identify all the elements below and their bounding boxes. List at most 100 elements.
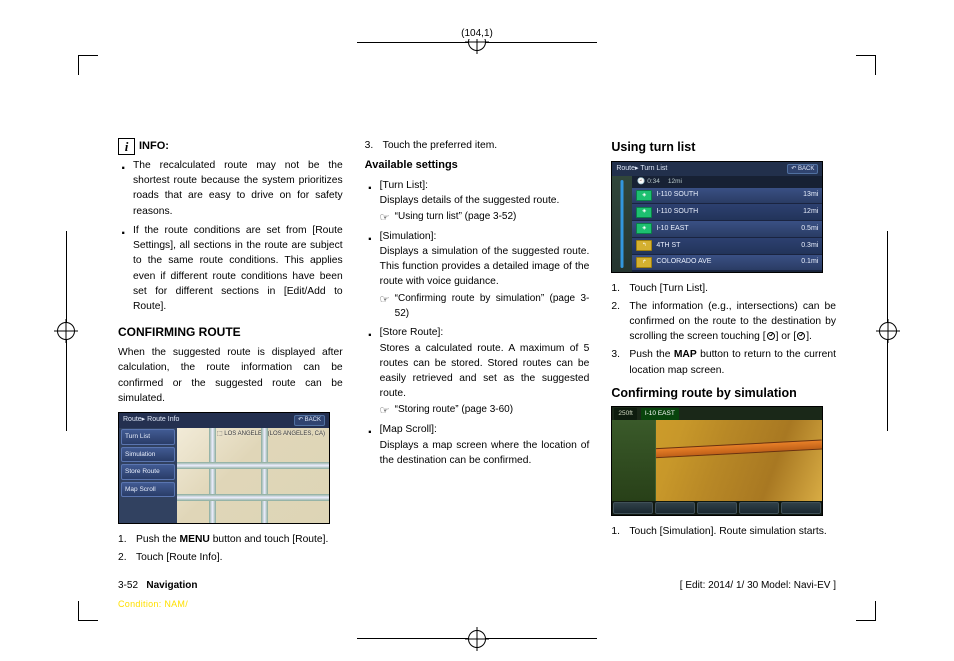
page-canvas: (104,1) i INFO: The recalculated route m… [0,0,954,661]
btn-simulation: Simulation [121,447,175,463]
map-road [177,494,329,501]
crop-mark [856,55,876,75]
confirming-route-body: When the suggested route is displayed af… [118,345,343,406]
map-road [177,462,329,469]
content-columns: i INFO: The recalculated route may not b… [118,138,836,576]
total-dist-label: 12mi [668,177,682,187]
setting-map-scroll: [Map Scroll]: Displays a map screen wher… [365,422,590,468]
step-item: 1.Push the MENU button and touch [Route]… [118,532,343,547]
back-button: ↶ BACK [294,415,325,426]
hand-icon: ☞ [380,292,390,308]
confirm-steps: 1.Push the MENU button and touch [Route]… [118,532,343,565]
step-item: 2.Touch [Route Info]. [118,550,343,565]
turn-row: ◈I-10 EAST0.5mi [632,221,822,238]
available-settings-list: [Turn List]: Displays details of the sug… [365,178,590,468]
map-road [261,428,268,523]
setting-simulation: [Simulation]: Displays a simulation of t… [365,229,590,322]
crop-mark [856,601,876,621]
screenshot-topbar: Route▸ Turn List ↶ BACK [612,162,822,176]
setting-desc: Stores a calculated route. A maximum of … [380,341,590,402]
setting-turn-list: [Turn List]: Displays details of the sug… [365,178,590,225]
setting-store-route: [Store Route]: Stores a calculated route… [365,325,590,418]
screenshot-topbar: Route▸ Route Info ↶ BACK [119,413,329,428]
sim-control-button [613,502,653,514]
hand-icon: ☞ [380,210,390,226]
crop-mark [78,55,98,75]
cross-ref: ☞“Using turn list” (page 3-52) [380,210,590,225]
sim-guidance-panel [612,420,656,501]
setting-desc: Displays details of the suggested route. [380,193,590,208]
sim-control-button [655,502,695,514]
btn-map-scroll: Map Scroll [121,482,175,498]
condition-label: Condition: NAM/ [118,599,188,609]
column-1: i INFO: The recalculated route may not b… [118,138,343,576]
screenshot-topbar: 250ft I-10 EAST [612,407,822,420]
info-bullet: The recalculated route may not be the sh… [118,158,343,219]
registration-mark-right [879,322,897,340]
sim-route-label: I-10 EAST [641,408,679,420]
scroll-down-icon [797,332,805,340]
map-road [209,428,216,523]
turn-arrow-icon: ↱ [636,257,652,268]
footer: 3-52 Navigation [ Edit: 2014/ 1/ 30 Mode… [118,580,836,591]
route-info-screenshot: Route▸ Route Info ↶ BACK Turn List Simul… [118,412,330,524]
heading-available-settings: Available settings [365,157,590,173]
simulation-steps: 1.Touch [Simulation]. Route simulation s… [611,524,836,539]
highway-shield-icon: ◈ [636,207,652,218]
step-item: 3.Push the MAP button to return to the c… [611,347,836,377]
step-list: 3.Touch the preferred item. [365,138,590,153]
breadcrumb-label: Route▸ Route Info [123,415,179,426]
screenshot-map-area: ⬚ LOS ANGELES (LOS ANGELES, CA) [177,428,329,523]
column-2: 3.Touch the preferred item. Available se… [365,138,590,576]
step-item: 2.The information (e.g., intersections) … [611,299,836,345]
info-row: i INFO: [118,138,343,155]
cross-ref: ☞“Confirming route by simulation” (page … [380,292,590,322]
registration-mark-bottom [468,630,486,648]
info-bullet: If the route conditions are set from [Ro… [118,223,343,314]
column-3: Using turn list Route▸ Turn List ↶ BACK … [611,138,836,576]
btn-turn-list: Turn List [121,429,175,445]
heading-confirming-route: CONFIRMING ROUTE [118,324,343,342]
btn-store-route: Store Route [121,464,175,480]
screenshot-subbar: 🕘 0:34 12mi [632,176,822,188]
footer-right: [ Edit: 2014/ 1/ 30 Model: Navi-EV ] [680,580,836,591]
footer-left: 3-52 Navigation [118,580,197,591]
info-label: INFO: [139,138,169,154]
scroll-up-icon [767,332,775,340]
step-item: 1.Touch [Simulation]. Route simulation s… [611,524,836,539]
turn-arrow-icon: ↰ [636,240,652,251]
sim-control-button [781,502,821,514]
heading-using-turn-list: Using turn list [611,138,836,157]
turn-row: ◈I-110 SOUTH12mi [632,204,822,221]
sim-distance-label: 250ft [614,408,636,420]
sim-control-button [739,502,779,514]
highway-shield-icon: ◈ [636,223,652,234]
turn-list-steps: 1.Touch [Turn List]. 2.The information (… [611,281,836,378]
cross-ref: ☞“Storing route” (page 3-60) [380,403,590,418]
turn-row: ◈I-110 SOUTH13mi [632,188,822,205]
turn-row: ↱COLORADO AVE0.1mi [632,255,822,272]
eta-label: 🕘 0:34 [637,177,660,187]
back-button: ↶ BACK [787,164,818,174]
route-stripe [612,176,632,272]
sim-control-bar [612,501,822,515]
page-coordinates: (104,1) [457,28,497,39]
highway-shield-icon: ◈ [636,190,652,201]
map-region-label: ⬚ LOS ANGELES (LOS ANGELES, CA) [217,430,325,439]
setting-desc: Displays a map screen where the location… [380,438,590,468]
step-item: 3.Touch the preferred item. [365,138,590,153]
breadcrumb-label: Route▸ Turn List [616,164,667,174]
info-bullet-list: The recalculated route may not be the sh… [118,158,343,314]
simulation-screenshot: 250ft I-10 EAST [611,406,823,516]
turn-row: ↰4TH ST0.3mi [632,238,822,255]
setting-desc: Displays a simulation of the suggested r… [380,244,590,290]
turn-rows: ◈I-110 SOUTH13mi ◈I-110 SOUTH12mi ◈I-10 … [632,188,822,272]
crop-mark [78,601,98,621]
heading-confirming-by-simulation: Confirming route by simulation [611,384,836,403]
registration-mark-left [57,322,75,340]
screenshot-side-buttons: Turn List Simulation Store Route Map Scr… [119,428,177,523]
hand-icon: ☞ [380,403,390,419]
step-item: 1.Touch [Turn List]. [611,281,836,296]
sim-control-button [697,502,737,514]
turn-list-screenshot: Route▸ Turn List ↶ BACK 🕘 0:34 12mi ◈I-1… [611,161,823,273]
